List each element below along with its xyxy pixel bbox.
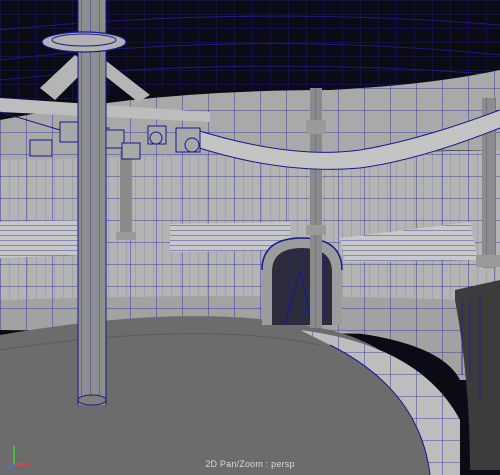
viewport-hud-label: 2D Pan/Zoom : persp — [205, 459, 295, 469]
maya-viewport[interactable]: 2D Pan/Zoom : persp — [0, 0, 500, 475]
arena-floor — [0, 316, 440, 475]
arena-wireframe-scene — [0, 0, 500, 475]
arch-door — [261, 237, 343, 326]
pillar-main — [77, 0, 107, 406]
